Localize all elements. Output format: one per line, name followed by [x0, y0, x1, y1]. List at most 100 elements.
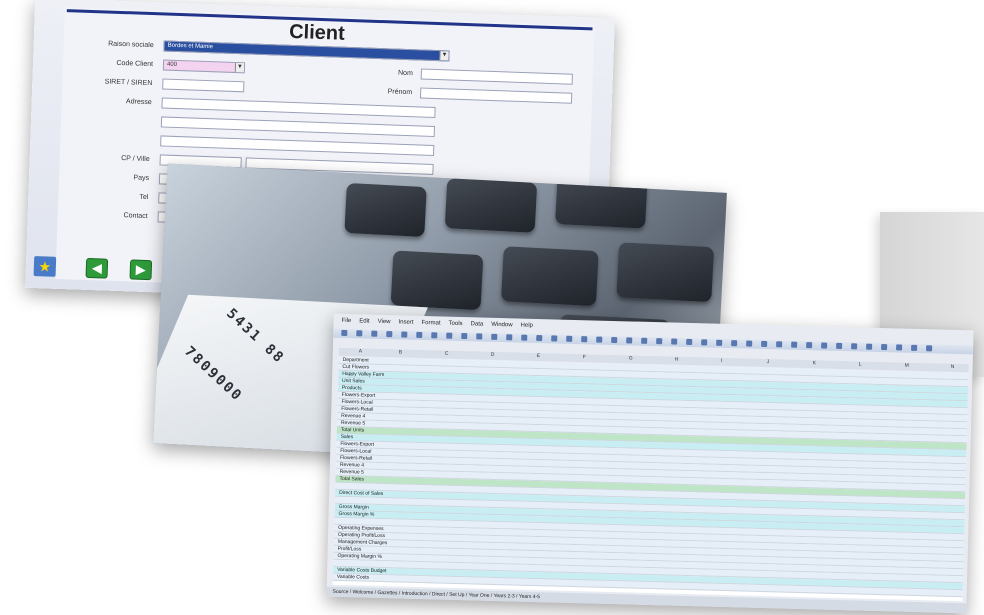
column-header[interactable]: F — [583, 354, 586, 360]
column-header[interactable]: H — [675, 357, 679, 363]
toolbar-icon[interactable] — [416, 331, 423, 338]
row-label: Flowers-Retail — [341, 405, 374, 413]
toolbar-icon[interactable] — [386, 331, 393, 338]
calculator-key — [344, 182, 427, 238]
row-label: Revenue 5 — [339, 468, 364, 476]
row-label: Operating Margin % — [337, 552, 383, 561]
menu-item[interactable]: Data — [470, 321, 483, 327]
row-label: Flowers-Local — [340, 447, 372, 455]
row-label: Flowers-Local — [341, 398, 373, 406]
row-label: Products — [341, 384, 362, 392]
row-label: Profit/Loss — [337, 545, 362, 553]
toolbar-icon[interactable] — [626, 337, 633, 344]
toolbar-icon[interactable] — [596, 336, 603, 343]
toolbar-icon[interactable] — [371, 330, 378, 337]
toolbar-icon[interactable] — [896, 344, 903, 351]
client-form-title: Client — [288, 20, 346, 45]
toolbar-icon[interactable] — [521, 334, 528, 341]
menu-item[interactable]: Window — [491, 322, 512, 329]
calculator-key — [500, 246, 599, 307]
toolbar-icon[interactable] — [461, 333, 468, 340]
toolbar-icon[interactable] — [866, 343, 873, 350]
row-label: Operating Expenses — [338, 524, 384, 533]
chevron-down-icon[interactable]: ▼ — [439, 51, 449, 61]
row-label: Unit Sales — [341, 377, 365, 385]
toolbar-icon[interactable] — [566, 335, 573, 342]
row-label: Management Charges — [337, 538, 388, 547]
menu-item[interactable]: Insert — [398, 319, 413, 325]
menu-item[interactable]: Format — [421, 320, 440, 326]
column-header[interactable]: G — [629, 355, 633, 361]
column-header[interactable]: C — [445, 351, 449, 357]
column-header[interactable]: M — [905, 363, 909, 369]
toolbar-icon[interactable] — [581, 336, 588, 343]
row-label: Gross Margin — [338, 503, 369, 511]
row-label: Gross Margin % — [338, 510, 375, 518]
star-folder-icon[interactable]: ★ — [33, 256, 57, 277]
row-label: Variable Costs Budget — [337, 566, 387, 575]
menu-item[interactable]: View — [378, 319, 391, 325]
toolbar-icon[interactable] — [476, 333, 483, 340]
toolbar-icon[interactable] — [431, 332, 438, 339]
calculator-key — [616, 242, 715, 303]
toolbar-icon[interactable] — [731, 340, 738, 347]
spreadsheet-screenshot: File Edit View Insert Format Tools Data Window H… — [326, 313, 974, 614]
toolbar-icon[interactable] — [401, 331, 408, 338]
toolbar-icon[interactable] — [761, 340, 768, 348]
chevron-down-icon[interactable]: ▼ — [234, 62, 245, 73]
toolbar-icon[interactable] — [926, 345, 933, 352]
toolbar-icon[interactable] — [641, 337, 648, 344]
toolbar-icon[interactable] — [716, 339, 723, 346]
toolbar-icon[interactable] — [701, 339, 708, 346]
code-client-value: 400 — [166, 61, 178, 68]
toolbar-icon[interactable] — [836, 342, 843, 349]
column-header[interactable]: J — [767, 359, 770, 365]
row-label: Total Units — [340, 426, 365, 434]
toolbar-icon[interactable] — [356, 330, 363, 337]
column-header[interactable]: I — [721, 358, 723, 364]
row-label: Sales — [340, 433, 354, 441]
column-header[interactable]: K — [813, 360, 816, 366]
row-label: Revenue 4 — [341, 412, 366, 420]
row-label: Variable Costs — [336, 573, 370, 581]
previous-button[interactable]: ◀ — [85, 257, 109, 279]
toolbar-icon[interactable] — [806, 342, 813, 349]
row-label: Happy Valley Farm — [342, 370, 385, 379]
toolbar-icon[interactable] — [671, 338, 678, 345]
toolbar-icon[interactable] — [776, 341, 783, 348]
toolbar-icon[interactable] — [536, 334, 543, 342]
toolbar-icon[interactable] — [341, 329, 348, 337]
toolbar-icon[interactable] — [656, 338, 663, 345]
column-header[interactable]: E — [537, 353, 540, 359]
row-label: Direct Cost of Sales — [339, 489, 384, 498]
menu-item[interactable]: Help — [520, 323, 532, 329]
menu-item[interactable]: File — [342, 318, 352, 324]
row-label: Flowers-Export — [341, 391, 376, 399]
toolbar-icon[interactable] — [491, 333, 498, 340]
toolbar-icon[interactable] — [551, 335, 558, 342]
menu-item[interactable]: Tools — [448, 321, 462, 327]
column-header[interactable]: D — [491, 352, 495, 358]
row-label: Flowers-Retail — [339, 454, 373, 462]
menu-item[interactable]: Edit — [359, 318, 369, 324]
column-header[interactable]: N — [951, 364, 955, 370]
column-header[interactable]: B — [399, 349, 402, 355]
column-header[interactable]: L — [859, 361, 862, 367]
toolbar-icon[interactable] — [686, 338, 693, 346]
column-header[interactable]: A — [359, 348, 362, 354]
row-label: Department — [342, 356, 369, 364]
toolbar-icon[interactable] — [791, 341, 798, 348]
toolbar-icon[interactable] — [446, 332, 453, 339]
next-button[interactable]: ▶ — [129, 259, 153, 281]
toolbar-icon[interactable] — [821, 342, 828, 349]
toolbar-icon[interactable] — [881, 344, 888, 351]
toolbar-icon[interactable] — [746, 340, 753, 347]
toolbar-icon[interactable] — [506, 334, 513, 341]
toolbar-icon[interactable] — [911, 344, 918, 351]
row-label: Total Sales — [339, 475, 365, 483]
calculator-key — [444, 178, 538, 233]
calculator-key — [390, 250, 484, 311]
spreadsheet-grid: Department Cut Flowers Happy Valley Farm Un… — [332, 356, 969, 602]
toolbar-icon[interactable] — [611, 336, 618, 344]
toolbar-icon[interactable] — [851, 343, 858, 350]
